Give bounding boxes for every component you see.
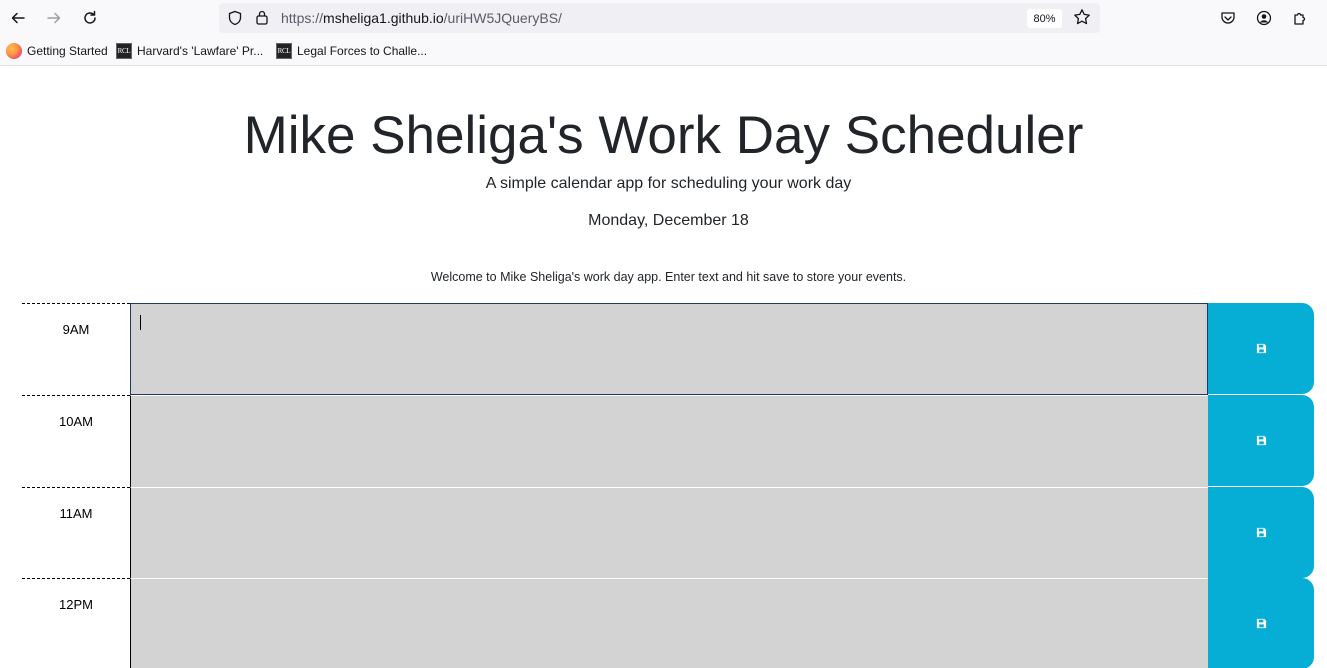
save-icon bbox=[1256, 527, 1266, 538]
account-button[interactable] bbox=[1252, 6, 1276, 30]
arrow-left-icon bbox=[11, 12, 25, 24]
time-block-10am: 10AM bbox=[22, 395, 1314, 487]
shield-icon[interactable] bbox=[227, 10, 243, 26]
browser-toolbar: https://msheliga1.github.io/uriHW5JQuery… bbox=[0, 0, 1327, 36]
event-textarea[interactable] bbox=[130, 487, 1208, 579]
save-icon bbox=[1256, 618, 1266, 629]
rcl-icon: RCL bbox=[116, 43, 132, 59]
url-path: /uriHW5JQueryBS/ bbox=[443, 10, 562, 26]
bookmarks-bar: Getting Started RCL Harvard's 'Lawfare' … bbox=[0, 36, 1327, 66]
pocket-icon bbox=[1221, 12, 1235, 24]
bookmark-label: Getting Started bbox=[27, 44, 108, 58]
url-protocol: https:// bbox=[281, 10, 324, 26]
page-title: Mike Sheliga's Work Day Scheduler bbox=[243, 106, 1084, 165]
save-icon bbox=[1256, 435, 1266, 446]
hour-label: 11AM bbox=[22, 487, 130, 579]
page-subtitle: A simple calendar app for scheduling you… bbox=[485, 175, 852, 192]
time-block-9am: 9AM bbox=[22, 303, 1314, 395]
bookmark-getting-started[interactable]: Getting Started bbox=[6, 43, 108, 59]
bookmark-harvard-lawfare[interactable]: RCL Harvard's 'Lawfare' Pr... bbox=[116, 43, 263, 59]
arrow-right-icon bbox=[47, 12, 61, 24]
lock-icon[interactable] bbox=[255, 9, 269, 25]
hour-label: 12PM bbox=[22, 578, 130, 668]
hour-label: 10AM bbox=[22, 395, 130, 487]
save-icon bbox=[1256, 343, 1266, 354]
event-textarea[interactable] bbox=[130, 578, 1208, 668]
puzzle-icon bbox=[1294, 12, 1306, 25]
address-bar[interactable]: https://msheliga1.github.io/uriHW5JQuery… bbox=[219, 3, 1100, 33]
time-block-11am: 11AM bbox=[22, 487, 1314, 579]
save-button[interactable] bbox=[1208, 487, 1314, 578]
event-textarea[interactable] bbox=[130, 303, 1208, 395]
star-icon[interactable] bbox=[1073, 8, 1091, 26]
event-textarea[interactable] bbox=[130, 395, 1208, 487]
reload-icon bbox=[84, 10, 96, 24]
save-button[interactable] bbox=[1208, 578, 1314, 668]
save-button[interactable] bbox=[1208, 303, 1314, 394]
current-day: Monday, December 18 bbox=[588, 212, 749, 229]
zoom-level-badge[interactable]: 80% bbox=[1027, 9, 1062, 28]
bookmark-label: Harvard's 'Lawfare' Pr... bbox=[137, 44, 264, 58]
hour-label: 9AM bbox=[22, 303, 130, 395]
bookmark-legal-forces[interactable]: RCL Legal Forces to Challe... bbox=[276, 43, 427, 59]
save-button[interactable] bbox=[1208, 395, 1314, 486]
bookmark-label: Legal Forces to Challe... bbox=[297, 44, 428, 58]
reload-button[interactable] bbox=[78, 6, 102, 30]
url-text[interactable]: https://msheliga1.github.io/uriHW5JQuery… bbox=[281, 10, 562, 26]
text-caret bbox=[140, 315, 141, 330]
time-block-12pm: 12PM bbox=[22, 578, 1314, 668]
rcl-icon: RCL bbox=[276, 43, 292, 59]
forward-button[interactable] bbox=[42, 6, 66, 30]
url-host: msheliga1.github.io bbox=[323, 10, 444, 26]
pocket-button[interactable] bbox=[1216, 6, 1240, 30]
account-icon bbox=[1256, 10, 1272, 26]
welcome-message: Welcome to Mike Sheliga's work day app. … bbox=[430, 270, 907, 284]
extensions-button[interactable] bbox=[1288, 6, 1312, 30]
firefox-icon bbox=[6, 43, 22, 59]
back-button[interactable] bbox=[6, 6, 30, 30]
